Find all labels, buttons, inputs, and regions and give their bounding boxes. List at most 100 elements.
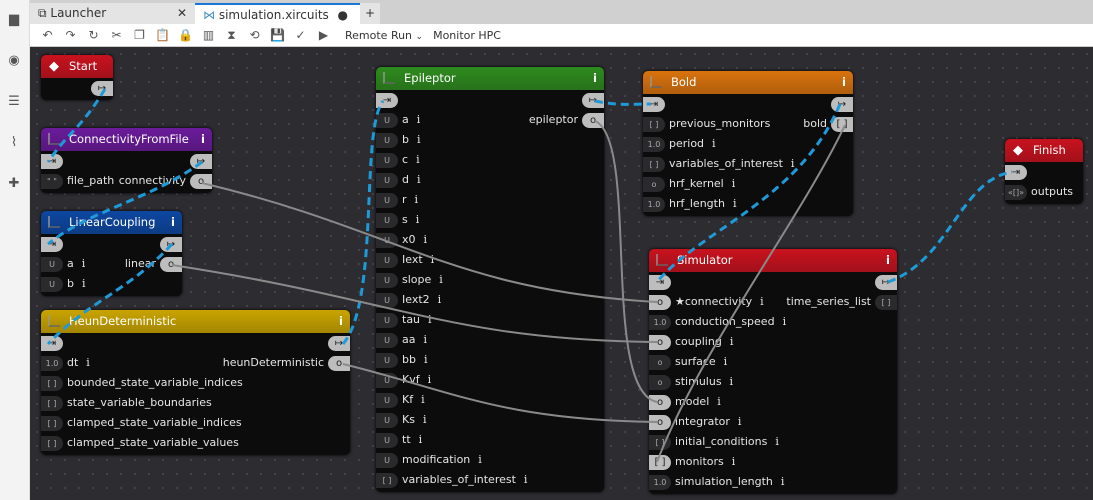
info-icon[interactable]: i xyxy=(783,315,787,328)
paste-icon[interactable]: 📋 xyxy=(151,28,174,43)
in-port[interactable]: U xyxy=(376,213,398,228)
check-icon[interactable]: ✓ xyxy=(289,28,312,43)
node-header[interactable]: ◆ Start xyxy=(41,55,113,78)
in-port[interactable]: o xyxy=(649,335,671,350)
in-port[interactable]: U xyxy=(376,313,398,328)
in-port[interactable]: U xyxy=(376,193,398,208)
in-port[interactable]: [ ] xyxy=(643,157,665,172)
in-port[interactable]: U xyxy=(376,133,398,148)
tab-launcher[interactable]: ⧉ Launcher ✕ xyxy=(30,3,195,24)
info-icon[interactable]: i xyxy=(416,213,420,226)
flow-out-port[interactable]: ↦ xyxy=(875,275,897,290)
out-port[interactable]: o xyxy=(190,174,212,189)
extension-icon[interactable]: ✚ xyxy=(6,176,22,192)
flow-in-port[interactable]: ⇥ xyxy=(1005,165,1027,180)
info-icon[interactable]: i xyxy=(431,253,435,266)
out-port[interactable]: o xyxy=(582,113,604,128)
info-icon[interactable]: i xyxy=(730,335,734,348)
in-port[interactable]: 1.0 xyxy=(41,356,63,371)
node-header[interactable]: Epileptor i xyxy=(376,67,604,90)
in-port[interactable]: 1.0 xyxy=(643,197,665,212)
lock-icon[interactable]: 🔒 xyxy=(174,28,197,43)
in-port[interactable]: U xyxy=(376,253,398,268)
run-icon[interactable]: ▶ xyxy=(312,28,335,43)
flow-in-port[interactable]: ⇥ xyxy=(41,336,63,351)
in-port[interactable]: o xyxy=(649,355,671,370)
node-lc[interactable]: LinearCoupling i ⇥ ↦ Ua i o linear Ub i xyxy=(41,211,182,296)
in-port[interactable]: U xyxy=(376,373,398,388)
in-port[interactable]: U xyxy=(41,277,63,292)
info-icon[interactable]: i xyxy=(339,310,343,333)
in-port[interactable]: [ ] xyxy=(41,416,63,431)
node-sim[interactable]: Simulator i ⇥ ↦ o ★connectivity i[ ] time_serie… xyxy=(649,249,897,494)
info-icon[interactable]: i xyxy=(524,473,528,486)
in-port[interactable]: [ ] xyxy=(41,376,63,391)
info-icon[interactable]: i xyxy=(438,293,442,306)
flow-out-port[interactable]: ↦ xyxy=(190,154,212,169)
redo-icon[interactable]: ↷ xyxy=(59,28,82,43)
info-icon[interactable]: i xyxy=(775,435,779,448)
node-heun[interactable]: HeunDeterministic i ⇥ ↦ 1.0 dt i o heunDetermini… xyxy=(41,310,350,455)
run-type-select[interactable]: Remote Run ⌄ xyxy=(345,29,423,42)
in-port[interactable]: " " xyxy=(41,174,63,189)
info-icon[interactable]: i xyxy=(886,249,890,272)
in-port[interactable]: U xyxy=(376,413,398,428)
info-icon[interactable]: i xyxy=(86,356,90,369)
unsaved-dot-icon[interactable]: ● xyxy=(338,5,348,26)
in-port[interactable]: [ ] xyxy=(41,436,63,451)
in-port[interactable]: U xyxy=(376,233,398,248)
info-icon[interactable]: i xyxy=(424,233,428,246)
flow-in-port[interactable]: ⇥ xyxy=(649,275,671,290)
info-icon[interactable]: i xyxy=(730,375,734,388)
in-port[interactable]: 1.0 xyxy=(649,475,671,490)
info-icon[interactable]: i xyxy=(423,413,427,426)
hourglass-icon[interactable]: ⧗ xyxy=(220,28,243,43)
in-port[interactable]: U xyxy=(376,333,398,348)
out-port[interactable]: o xyxy=(160,257,182,272)
in-port[interactable]: o xyxy=(649,375,671,390)
flow-out-port[interactable]: ↦ xyxy=(582,93,604,108)
in-port[interactable]: o xyxy=(643,177,665,192)
flow-in-port[interactable]: ⇥ xyxy=(41,154,63,169)
info-icon[interactable]: i xyxy=(201,128,205,151)
info-icon[interactable]: i xyxy=(417,133,421,146)
in-port[interactable]: o xyxy=(649,415,671,430)
flow-in-port[interactable]: ⇥ xyxy=(376,93,398,108)
flow-in-port[interactable]: ⇥ xyxy=(41,237,63,252)
info-icon[interactable]: i xyxy=(439,273,443,286)
info-icon[interactable]: i xyxy=(417,173,421,186)
in-port[interactable]: o xyxy=(649,295,671,310)
info-icon[interactable]: i xyxy=(82,257,86,270)
info-icon[interactable]: i xyxy=(171,211,175,234)
info-icon[interactable]: i xyxy=(416,153,420,166)
in-port[interactable]: U xyxy=(376,393,398,408)
in-port[interactable]: U xyxy=(376,433,398,448)
in-port[interactable]: U xyxy=(376,273,398,288)
info-icon[interactable]: i xyxy=(428,313,432,326)
node-header[interactable]: ConnectivityFromFile i xyxy=(41,128,212,151)
in-port[interactable]: [ ] xyxy=(376,473,398,488)
info-icon[interactable]: i xyxy=(417,113,421,126)
cut-icon[interactable]: ✂ xyxy=(105,28,128,43)
out-port[interactable]: o xyxy=(328,356,350,371)
copy-icon[interactable]: ❐ xyxy=(128,28,151,43)
info-icon[interactable]: i xyxy=(428,373,432,386)
flow-out-port[interactable]: ↦ xyxy=(160,237,182,252)
info-icon[interactable]: i xyxy=(791,157,795,170)
reload-icon[interactable]: ↻ xyxy=(82,28,105,43)
node-finish[interactable]: ◆ Finish ⇥ «[]» outputs xyxy=(1005,139,1083,204)
flow-out-port[interactable]: ↦ xyxy=(328,336,350,351)
in-port[interactable]: o xyxy=(649,395,671,410)
new-tab-button[interactable]: + xyxy=(360,3,380,24)
info-icon[interactable]: i xyxy=(415,193,419,206)
in-port[interactable]: «[]» xyxy=(1005,185,1028,200)
folder-icon[interactable]: ▆ xyxy=(6,12,22,28)
info-icon[interactable]: i xyxy=(724,355,728,368)
compile-icon[interactable]: ▥ xyxy=(197,28,220,43)
info-icon[interactable]: i xyxy=(478,453,482,466)
info-icon[interactable]: i xyxy=(712,137,716,150)
in-port[interactable]: [ ] xyxy=(649,435,671,450)
info-icon[interactable]: i xyxy=(424,353,428,366)
node-cff[interactable]: ConnectivityFromFile i ⇥ ↦ " " file_path o conn… xyxy=(41,128,212,193)
info-icon[interactable]: i xyxy=(421,393,425,406)
